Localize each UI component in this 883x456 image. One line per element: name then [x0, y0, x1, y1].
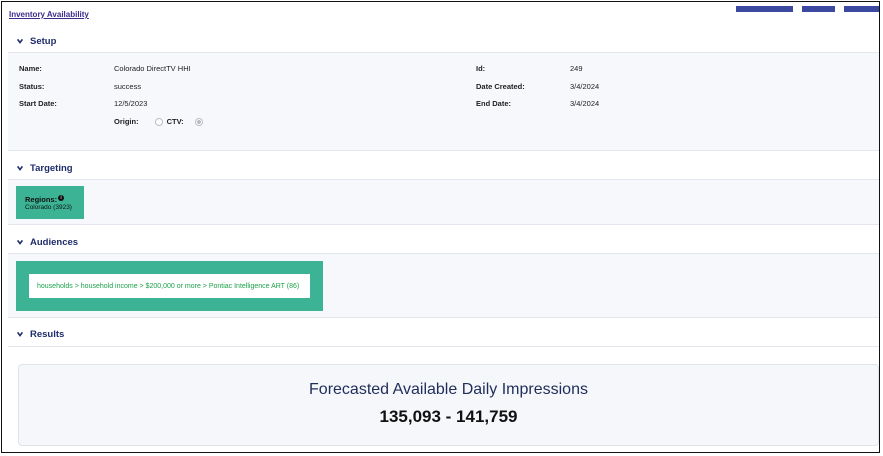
results-title: Results [30, 328, 65, 340]
top-bar: Inventory Availability [2, 2, 879, 26]
start-date-label: Start Date: [19, 99, 57, 108]
regions-value: Colorado (3923) [25, 204, 72, 211]
end-date-value: 3/4/2024 [570, 99, 600, 108]
chevron-down-icon [16, 331, 24, 337]
origin-row: Origin: CTV: [114, 117, 203, 126]
results-card: Forecasted Available Daily Impressions 1… [18, 364, 879, 446]
chevron-down-icon [16, 239, 24, 245]
targeting-panel [8, 180, 879, 224]
name-value: Colorado DirectTV HHI [114, 64, 191, 73]
origin-radio[interactable] [154, 117, 163, 126]
regions-card: Regions: i Colorado (3923) [16, 186, 84, 219]
toolbar-button-1[interactable] [736, 6, 793, 12]
forecast-value: 135,093 - 141,759 [379, 407, 518, 426]
toolbar-button-3[interactable] [844, 6, 879, 12]
info-icon[interactable]: i [58, 195, 64, 201]
targeting-title: Targeting [30, 162, 73, 174]
name-label: Name: [19, 64, 42, 73]
targeting-section-header[interactable]: Targeting [2, 159, 879, 177]
divider [8, 317, 879, 318]
audience-item[interactable]: households > household income > $200,000… [29, 274, 310, 298]
origin-label: Origin: [114, 117, 139, 126]
start-date-value: 12/5/2023 [114, 99, 148, 108]
status-label: Status: [19, 82, 45, 91]
audience-card: households > household income > $200,000… [16, 261, 323, 311]
date-created-value: 3/4/2024 [570, 82, 600, 91]
ctv-label: CTV: [166, 117, 184, 126]
divider [8, 346, 879, 347]
divider [8, 224, 879, 225]
divider [8, 150, 879, 151]
end-date-label: End Date: [476, 99, 512, 108]
chevron-down-icon [16, 38, 24, 44]
results-section-header[interactable]: Results [2, 325, 879, 343]
id-label: Id: [476, 64, 486, 73]
setup-title: Setup [30, 35, 57, 47]
app-frame: Inventory Availability Setup Name: Color… [1, 1, 880, 453]
status-value: success [114, 82, 142, 91]
id-value: 249 [570, 64, 583, 73]
date-created-label: Date Created: [476, 82, 525, 91]
breadcrumb-link[interactable]: Inventory Availability [9, 10, 89, 19]
audiences-title: Audiences [30, 236, 79, 248]
regions-label: Regions: [25, 195, 58, 204]
toolbar-button-2[interactable] [802, 6, 835, 12]
setup-section-header[interactable]: Setup [2, 32, 879, 50]
forecast-title: Forecasted Available Daily Impressions [309, 381, 588, 398]
ctv-radio[interactable] [194, 117, 203, 126]
chevron-down-icon [16, 165, 24, 171]
audiences-section-header[interactable]: Audiences [2, 233, 879, 251]
